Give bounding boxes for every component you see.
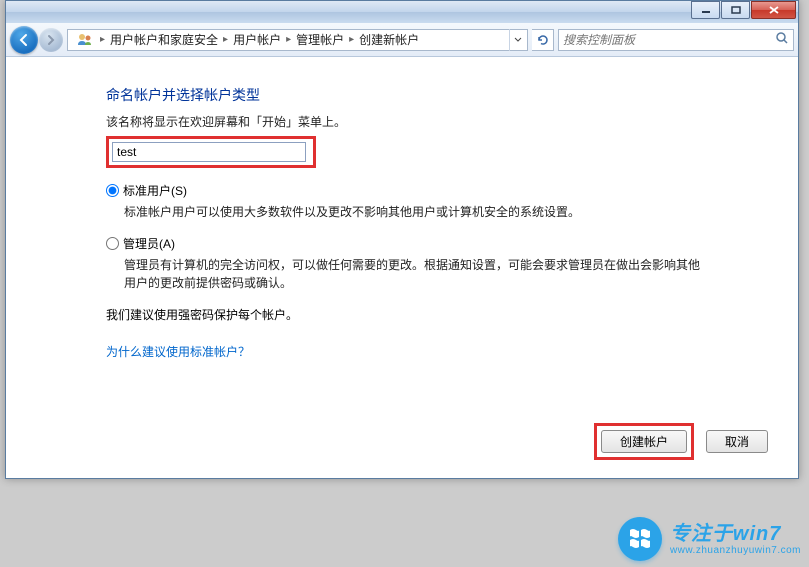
admin-label: 管理员(A) bbox=[123, 235, 175, 252]
button-row: 创建帐户 取消 bbox=[594, 423, 768, 460]
nav-forward-button[interactable] bbox=[39, 28, 63, 52]
recommend-text: 我们建议使用强密码保护每个帐户。 bbox=[106, 306, 778, 323]
account-name-input[interactable] bbox=[112, 142, 306, 162]
breadcrumb-dropdown[interactable] bbox=[509, 29, 525, 51]
standard-user-label: 标准用户(S) bbox=[123, 182, 187, 199]
watermark-url: www.zhuanzhuyuwin7.com bbox=[670, 545, 801, 556]
minimize-button[interactable] bbox=[691, 1, 720, 19]
page-subtext: 该名称将显示在欢迎屏幕和「开始」菜单上。 bbox=[106, 113, 778, 130]
watermark-main: 专注于win7 bbox=[670, 523, 801, 545]
refresh-button[interactable] bbox=[532, 29, 554, 51]
page-heading: 命名帐户并选择帐户类型 bbox=[106, 85, 778, 105]
create-account-button[interactable]: 创建帐户 bbox=[601, 430, 687, 453]
watermark-text: 专注于win7 www.zhuanzhuyuwin7.com bbox=[670, 523, 801, 556]
breadcrumb-item[interactable]: 管理帐户 bbox=[293, 31, 347, 48]
search-box[interactable] bbox=[558, 29, 794, 51]
control-panel-window: ▸ 用户帐户和家庭安全 ▸ 用户帐户 ▸ 管理帐户 ▸ 创建新帐户 bbox=[5, 0, 799, 479]
standard-user-radio[interactable] bbox=[106, 184, 119, 197]
cancel-button[interactable]: 取消 bbox=[706, 430, 768, 453]
titlebar bbox=[6, 1, 798, 23]
standard-user-radio-row[interactable]: 标准用户(S) bbox=[106, 182, 778, 199]
standard-user-desc: 标准帐户用户可以使用大多数软件以及更改不影响其他用户或计算机安全的系统设置。 bbox=[106, 203, 706, 221]
admin-desc: 管理员有计算机的完全访问权，可以做任何需要的更改。根据通知设置，可能会要求管理员… bbox=[106, 256, 706, 292]
user-accounts-icon bbox=[76, 31, 94, 49]
chevron-right-icon: ▸ bbox=[284, 34, 293, 45]
chevron-right-icon: ▸ bbox=[221, 34, 230, 45]
chevron-right-icon: ▸ bbox=[347, 34, 356, 45]
search-icon bbox=[775, 31, 789, 48]
content-area: 命名帐户并选择帐户类型 该名称将显示在欢迎屏幕和「开始」菜单上。 标准用户(S)… bbox=[6, 57, 798, 478]
why-standard-link[interactable]: 为什么建议使用标准帐户？ bbox=[106, 343, 778, 360]
nav-back-button[interactable] bbox=[10, 26, 38, 54]
maximize-button[interactable] bbox=[721, 1, 750, 19]
search-input[interactable] bbox=[563, 33, 775, 47]
close-button[interactable] bbox=[751, 1, 796, 19]
highlight-box-create: 创建帐户 bbox=[594, 423, 694, 460]
breadcrumb-item[interactable]: 用户帐户和家庭安全 bbox=[107, 31, 221, 48]
highlight-box-input bbox=[106, 136, 316, 168]
breadcrumb: ▸ 用户帐户和家庭安全 ▸ 用户帐户 ▸ 管理帐户 ▸ 创建新帐户 bbox=[67, 29, 528, 51]
breadcrumb-item[interactable]: 创建新帐户 bbox=[356, 31, 422, 48]
admin-radio[interactable] bbox=[106, 237, 119, 250]
admin-radio-row[interactable]: 管理员(A) bbox=[106, 235, 778, 252]
chevron-right-icon: ▸ bbox=[98, 34, 107, 45]
watermark-logo-icon bbox=[618, 517, 662, 561]
navbar: ▸ 用户帐户和家庭安全 ▸ 用户帐户 ▸ 管理帐户 ▸ 创建新帐户 bbox=[6, 23, 798, 57]
breadcrumb-item[interactable]: 用户帐户 bbox=[230, 31, 284, 48]
watermark: 专注于win7 www.zhuanzhuyuwin7.com bbox=[618, 517, 801, 561]
